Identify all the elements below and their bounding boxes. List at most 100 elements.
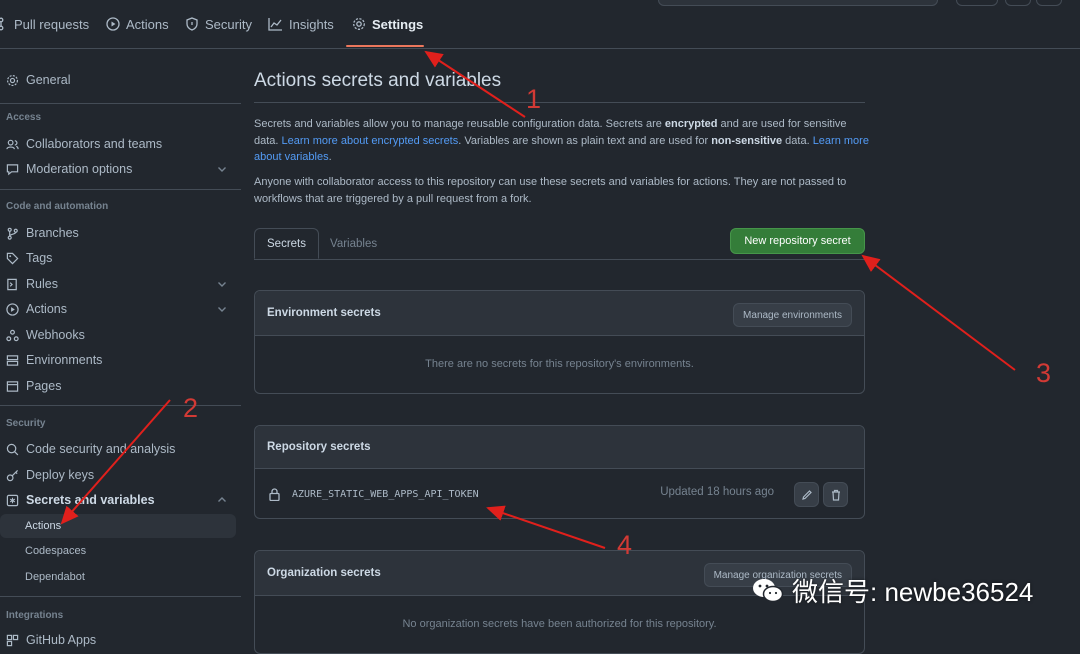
- divider: [0, 596, 241, 597]
- gear-icon: [353, 18, 365, 30]
- box-header: Environment secrets Manage environments: [255, 291, 864, 336]
- page-title: Actions secrets and variables: [254, 70, 502, 91]
- divider: [0, 189, 241, 190]
- wechat-icon: [753, 578, 784, 602]
- section-heading: Integrations: [6, 610, 64, 621]
- server-icon: [6, 354, 19, 366]
- box-title: Organization secrets: [267, 567, 381, 579]
- sidebar-item-label: Deploy keys: [26, 468, 95, 482]
- graph-icon: [268, 18, 282, 31]
- emphasis: non-sensitive: [711, 134, 783, 147]
- tab-label: Pull requests: [14, 16, 90, 32]
- sidebar-subitem-label: Actions: [25, 520, 62, 532]
- annotation-number: 4: [617, 530, 633, 560]
- browser-icon: [6, 380, 19, 392]
- webhook-icon: [6, 329, 19, 341]
- text: . Variables are shown as plain text and …: [458, 134, 712, 147]
- repo-nav: Pull requests Actions Security Insights …: [0, 0, 1080, 49]
- tab-settings[interactable]: Settings: [352, 15, 423, 33]
- play-icon: [6, 302, 19, 316]
- annotation-number: 1: [526, 84, 542, 114]
- repository-secrets-box: Repository secrets AZURE_STATIC_WEB_APPS…: [254, 425, 865, 519]
- codescan-icon: [6, 443, 19, 455]
- tab-security[interactable]: Security: [185, 15, 252, 33]
- sidebar-item-secrets[interactable]: Secrets and variables: [0, 488, 236, 512]
- pencil-icon: [801, 489, 812, 500]
- tab-actions[interactable]: Actions: [106, 15, 169, 33]
- sidebar-item-rules[interactable]: Rules: [0, 272, 236, 296]
- play-icon: [106, 17, 120, 31]
- sidebar-item-label: Pages: [26, 379, 62, 393]
- chevron-down-icon: [218, 282, 226, 287]
- secret-name: AZURE_STATIC_WEB_APPS_API_TOKEN: [292, 488, 479, 500]
- sidebar-item-label: Branches: [26, 226, 79, 240]
- sidebar-item-label: Tags: [26, 251, 53, 265]
- sidebar-item-label: Environments: [26, 353, 103, 367]
- sidebar-item-github-apps[interactable]: GitHub Apps: [0, 628, 236, 652]
- sidebar-item-label: Collaborators and teams: [26, 137, 163, 151]
- sidebar-subitem-label: Dependabot: [25, 571, 85, 583]
- header-button[interactable]: [1005, 0, 1031, 6]
- environment-secrets-box: Environment secrets Manage environments …: [254, 290, 865, 394]
- edit-secret-button[interactable]: [794, 482, 819, 507]
- key-icon: [6, 469, 19, 481]
- header-button[interactable]: [1036, 0, 1062, 6]
- sidebar-item-label: GitHub Apps: [26, 633, 97, 647]
- sidebar-item-label: Rules: [26, 277, 58, 291]
- tab-label: Settings: [372, 16, 424, 32]
- sidebar-subitem-dependabot[interactable]: Dependabot: [0, 565, 236, 589]
- lock-icon: [269, 487, 280, 501]
- sidebar-item-actions[interactable]: Actions: [0, 297, 236, 321]
- chevron-down-icon: [218, 307, 226, 312]
- sidebar-item-pages[interactable]: Pages: [0, 374, 236, 398]
- annotation-number: 3: [1036, 358, 1052, 388]
- sidebar-item-general[interactable]: General: [0, 68, 236, 92]
- sidebar-item-label: Code security and analysis: [26, 442, 176, 456]
- sidebar-item-moderation[interactable]: Moderation options: [0, 157, 236, 181]
- text: .: [328, 151, 332, 163]
- sidebar-item-label: Moderation options: [26, 162, 133, 176]
- sidebar-subitem-actions[interactable]: Actions: [0, 514, 236, 538]
- sidebar-subitem-label: Codespaces: [25, 545, 87, 557]
- encrypted-secrets-link[interactable]: Learn more about encrypted secrets: [282, 135, 459, 147]
- tab-secrets[interactable]: Secrets: [254, 228, 319, 259]
- sidebar-item-tags[interactable]: Tags: [0, 246, 236, 270]
- tab-label: Actions: [126, 16, 169, 32]
- sidebar-item-webhooks[interactable]: Webhooks: [0, 323, 236, 347]
- sidebar-item-branches[interactable]: Branches: [0, 221, 236, 245]
- header-button[interactable]: [956, 0, 998, 6]
- tab-variables[interactable]: Variables: [318, 228, 389, 259]
- section-heading: Code and automation: [6, 201, 109, 212]
- box-title: Repository secrets: [267, 441, 371, 453]
- tab-insights[interactable]: Insights: [268, 15, 334, 33]
- asterisk-icon: [6, 494, 19, 506]
- annotation-number: 2: [183, 393, 199, 423]
- tab-pull-requests[interactable]: Pull requests: [0, 15, 89, 33]
- sidebar-item-collaborators[interactable]: Collaborators and teams: [0, 132, 236, 156]
- sidebar-item-label: General: [26, 73, 71, 87]
- sidebar-item-deploy-keys[interactable]: Deploy keys: [0, 463, 236, 487]
- comment-icon: [6, 163, 19, 175]
- active-tab-indicator: [346, 45, 424, 47]
- pull-request-icon: [0, 17, 4, 31]
- updated-timestamp: Updated 18 hours ago: [660, 486, 774, 498]
- search-input[interactable]: [658, 0, 938, 6]
- new-repository-secret-button[interactable]: New repository secret: [730, 228, 865, 254]
- sidebar-item-label: Actions: [26, 302, 67, 316]
- wechat-watermark: 微信号: newbe36524: [752, 572, 1033, 609]
- text: Secrets and variables allow you to manag…: [254, 118, 665, 130]
- sidebar-item-environments[interactable]: Environments: [0, 348, 236, 372]
- tab-label: Insights: [289, 16, 334, 32]
- description-paragraph: Secrets and variables allow you to manag…: [254, 116, 869, 166]
- manage-environments-button[interactable]: Manage environments: [733, 303, 852, 327]
- settings-sidebar: General Access Collaborators and teams M…: [0, 48, 242, 647]
- delete-secret-button[interactable]: [823, 482, 848, 507]
- sidebar-subitem-codespaces[interactable]: Codespaces: [0, 539, 236, 563]
- arrow-3: [861, 254, 1016, 371]
- section-heading: Security: [6, 418, 46, 429]
- rules-icon: [7, 278, 17, 290]
- secret-row: AZURE_STATIC_WEB_APPS_API_TOKEN Updated …: [255, 469, 864, 518]
- divider: [0, 405, 241, 406]
- sidebar-item-label: Secrets and variables: [26, 493, 155, 507]
- sidebar-item-code-security[interactable]: Code security and analysis: [0, 437, 236, 461]
